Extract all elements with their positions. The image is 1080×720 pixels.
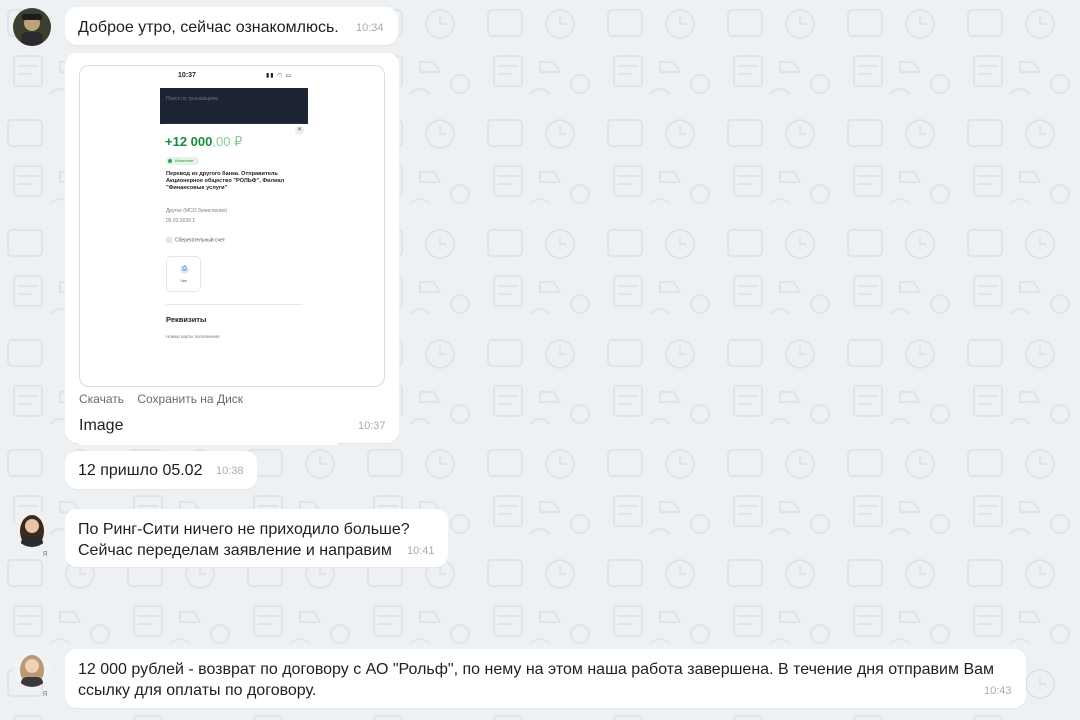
transaction-date: 05.02.2026 1 bbox=[166, 218, 196, 224]
download-link[interactable]: Скачать bbox=[79, 392, 124, 406]
save-to-disk-link[interactable]: Сохранить на Диск bbox=[137, 392, 243, 406]
phone-clock: 10:37 bbox=[178, 72, 196, 79]
transaction-card: ✕ +12 000,00 ₽ Исполнен Перевод из друго… bbox=[160, 122, 308, 339]
message-text: 12 пришло 05.02 bbox=[78, 462, 203, 479]
message-text: 12 000 рублей - возврат по договору с АО… bbox=[78, 661, 995, 678]
account-icon bbox=[166, 237, 172, 243]
image-message-bubble: 10:37 ▮▮ ◠ ▭ Поиск по транзакциям ✕ +12 … bbox=[65, 53, 399, 445]
transaction-amount: +12 000,00 ₽ bbox=[165, 134, 243, 149]
receipt-icon: ⎙ bbox=[180, 265, 189, 274]
message-time: 10:34 bbox=[356, 22, 384, 34]
avatar[interactable] bbox=[13, 8, 51, 46]
message-text: Доброе утро, сейчас ознакомлюсь. bbox=[78, 19, 339, 36]
message-text: Сейчас переделам заявление и направим bbox=[78, 542, 392, 559]
message-bubble: Доброе утро, сейчас ознакомлюсь. 10:34 bbox=[65, 7, 398, 45]
message-time: 10:41 bbox=[407, 545, 435, 557]
sender-mark: я bbox=[42, 688, 48, 698]
status-badge: Исполнен bbox=[166, 157, 199, 165]
avatar[interactable] bbox=[13, 509, 51, 547]
message-time: 10:38 bbox=[216, 465, 244, 477]
receipt-label: Чек bbox=[180, 278, 187, 283]
receipt-card: ⎙ Чек bbox=[166, 256, 201, 292]
bank-app-header: Поиск по транзакциям bbox=[160, 88, 308, 124]
image-attachment[interactable]: 10:37 ▮▮ ◠ ▭ Поиск по транзакциям ✕ +12 … bbox=[79, 65, 385, 387]
transaction-description: Перевод из другого банка. Отправитель Ак… bbox=[166, 171, 285, 191]
message-time: 10:37 bbox=[358, 420, 386, 432]
message-bubble: 12 пришло 05.02 10:38 bbox=[65, 451, 257, 489]
search-placeholder: Поиск по транзакциям bbox=[166, 96, 218, 102]
message-text: По Ринг-Сити ничего не приходило больше? bbox=[78, 521, 410, 538]
avatar[interactable] bbox=[13, 649, 51, 687]
transaction-category: Другое (МСО Зачисления) bbox=[166, 208, 228, 214]
divider bbox=[166, 304, 302, 305]
message-text: ссылку для оплаты по договору. bbox=[78, 682, 317, 699]
sender-mark: я bbox=[42, 548, 48, 558]
image-actions: Скачать Сохранить на Диск bbox=[79, 392, 253, 406]
account-row: Сберегательный счет bbox=[166, 237, 225, 243]
message-bubble: 12 000 рублей - возврат по договору с АО… bbox=[65, 649, 1026, 708]
message-bubble: По Ринг-Сити ничего не приходило больше?… bbox=[65, 509, 448, 567]
signal-wifi-battery-icon: ▮▮ ◠ ▭ bbox=[266, 73, 293, 79]
image-caption-box: Image bbox=[79, 415, 337, 445]
close-icon: ✕ bbox=[295, 126, 304, 135]
image-caption: Image bbox=[79, 417, 124, 434]
requisites-heading: Реквизиты bbox=[166, 315, 207, 324]
card-number-label: Номер карты пополнения bbox=[166, 334, 220, 339]
message-time: 10:43 bbox=[984, 685, 1012, 697]
